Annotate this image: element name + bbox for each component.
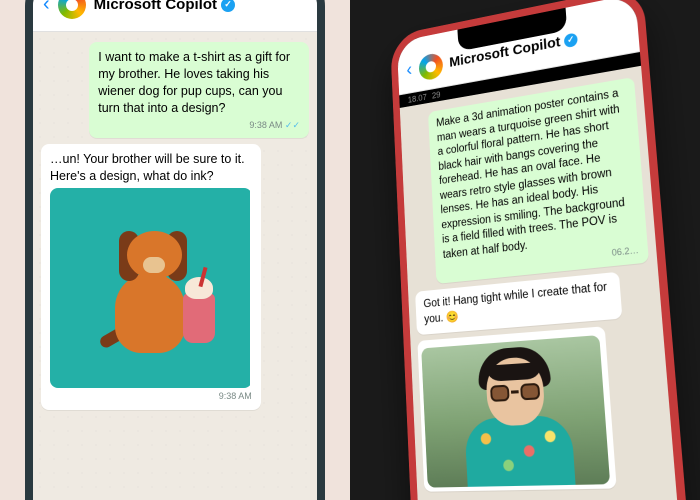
dog-with-pup-cup-illustration xyxy=(50,188,250,388)
verified-badge-icon: ✓ xyxy=(564,32,578,48)
copilot-avatar-icon[interactable] xyxy=(418,51,443,81)
message-sent[interactable]: Make a 3d animation poster contains a ma… xyxy=(428,77,649,284)
message-text: I want to make a t-shirt as a gift for m… xyxy=(98,50,290,115)
message-sent[interactable]: I want to make a t-shirt as a gift for m… xyxy=(89,42,309,138)
date-fragment: 29 xyxy=(432,90,441,101)
verified-badge-icon: ✓ xyxy=(221,0,235,12)
right-screenshot: ‹ Microsoft Copilot ✓ 18.07 29 Make a 3d… xyxy=(350,0,700,500)
chat-header: ‹ Microsoft Copilot ✓ xyxy=(33,0,317,32)
message-text: Got it! Hang tight while I create that f… xyxy=(423,282,607,326)
back-icon[interactable]: ‹ xyxy=(43,0,50,16)
message-timestamp: 9:38 AM xyxy=(50,390,252,402)
chat-body: Make a 3d animation poster contains a ma… xyxy=(400,66,680,500)
message-timestamp: 9:38 AM ✓✓ xyxy=(98,119,300,131)
message-received[interactable]: …un! Your brother will be sure to it. He… xyxy=(41,144,261,410)
message-text: Make a 3d animation poster contains a ma… xyxy=(436,88,625,261)
read-ticks-icon: ✓✓ xyxy=(285,120,300,130)
copilot-avatar-icon[interactable] xyxy=(58,0,86,19)
generated-3d-character-image xyxy=(421,335,610,488)
message-received-image[interactable] xyxy=(417,327,616,492)
generated-image[interactable] xyxy=(50,188,252,388)
chat-body: I want to make a t-shirt as a gift for m… xyxy=(33,32,317,500)
left-screenshot: ‹ Microsoft Copilot ✓ I want to make a t… xyxy=(0,0,350,500)
phone-photo-right: ‹ Microsoft Copilot ✓ 18.07 29 Make a 3d… xyxy=(390,0,692,500)
contact-name-label: Microsoft Copilot xyxy=(94,0,217,13)
phone-mockup-left: ‹ Microsoft Copilot ✓ I want to make a t… xyxy=(25,0,325,500)
chat-title[interactable]: Microsoft Copilot ✓ xyxy=(94,0,235,13)
message-text: …un! Your brother will be sure to it. He… xyxy=(50,152,245,183)
back-icon[interactable]: ‹ xyxy=(406,60,413,82)
